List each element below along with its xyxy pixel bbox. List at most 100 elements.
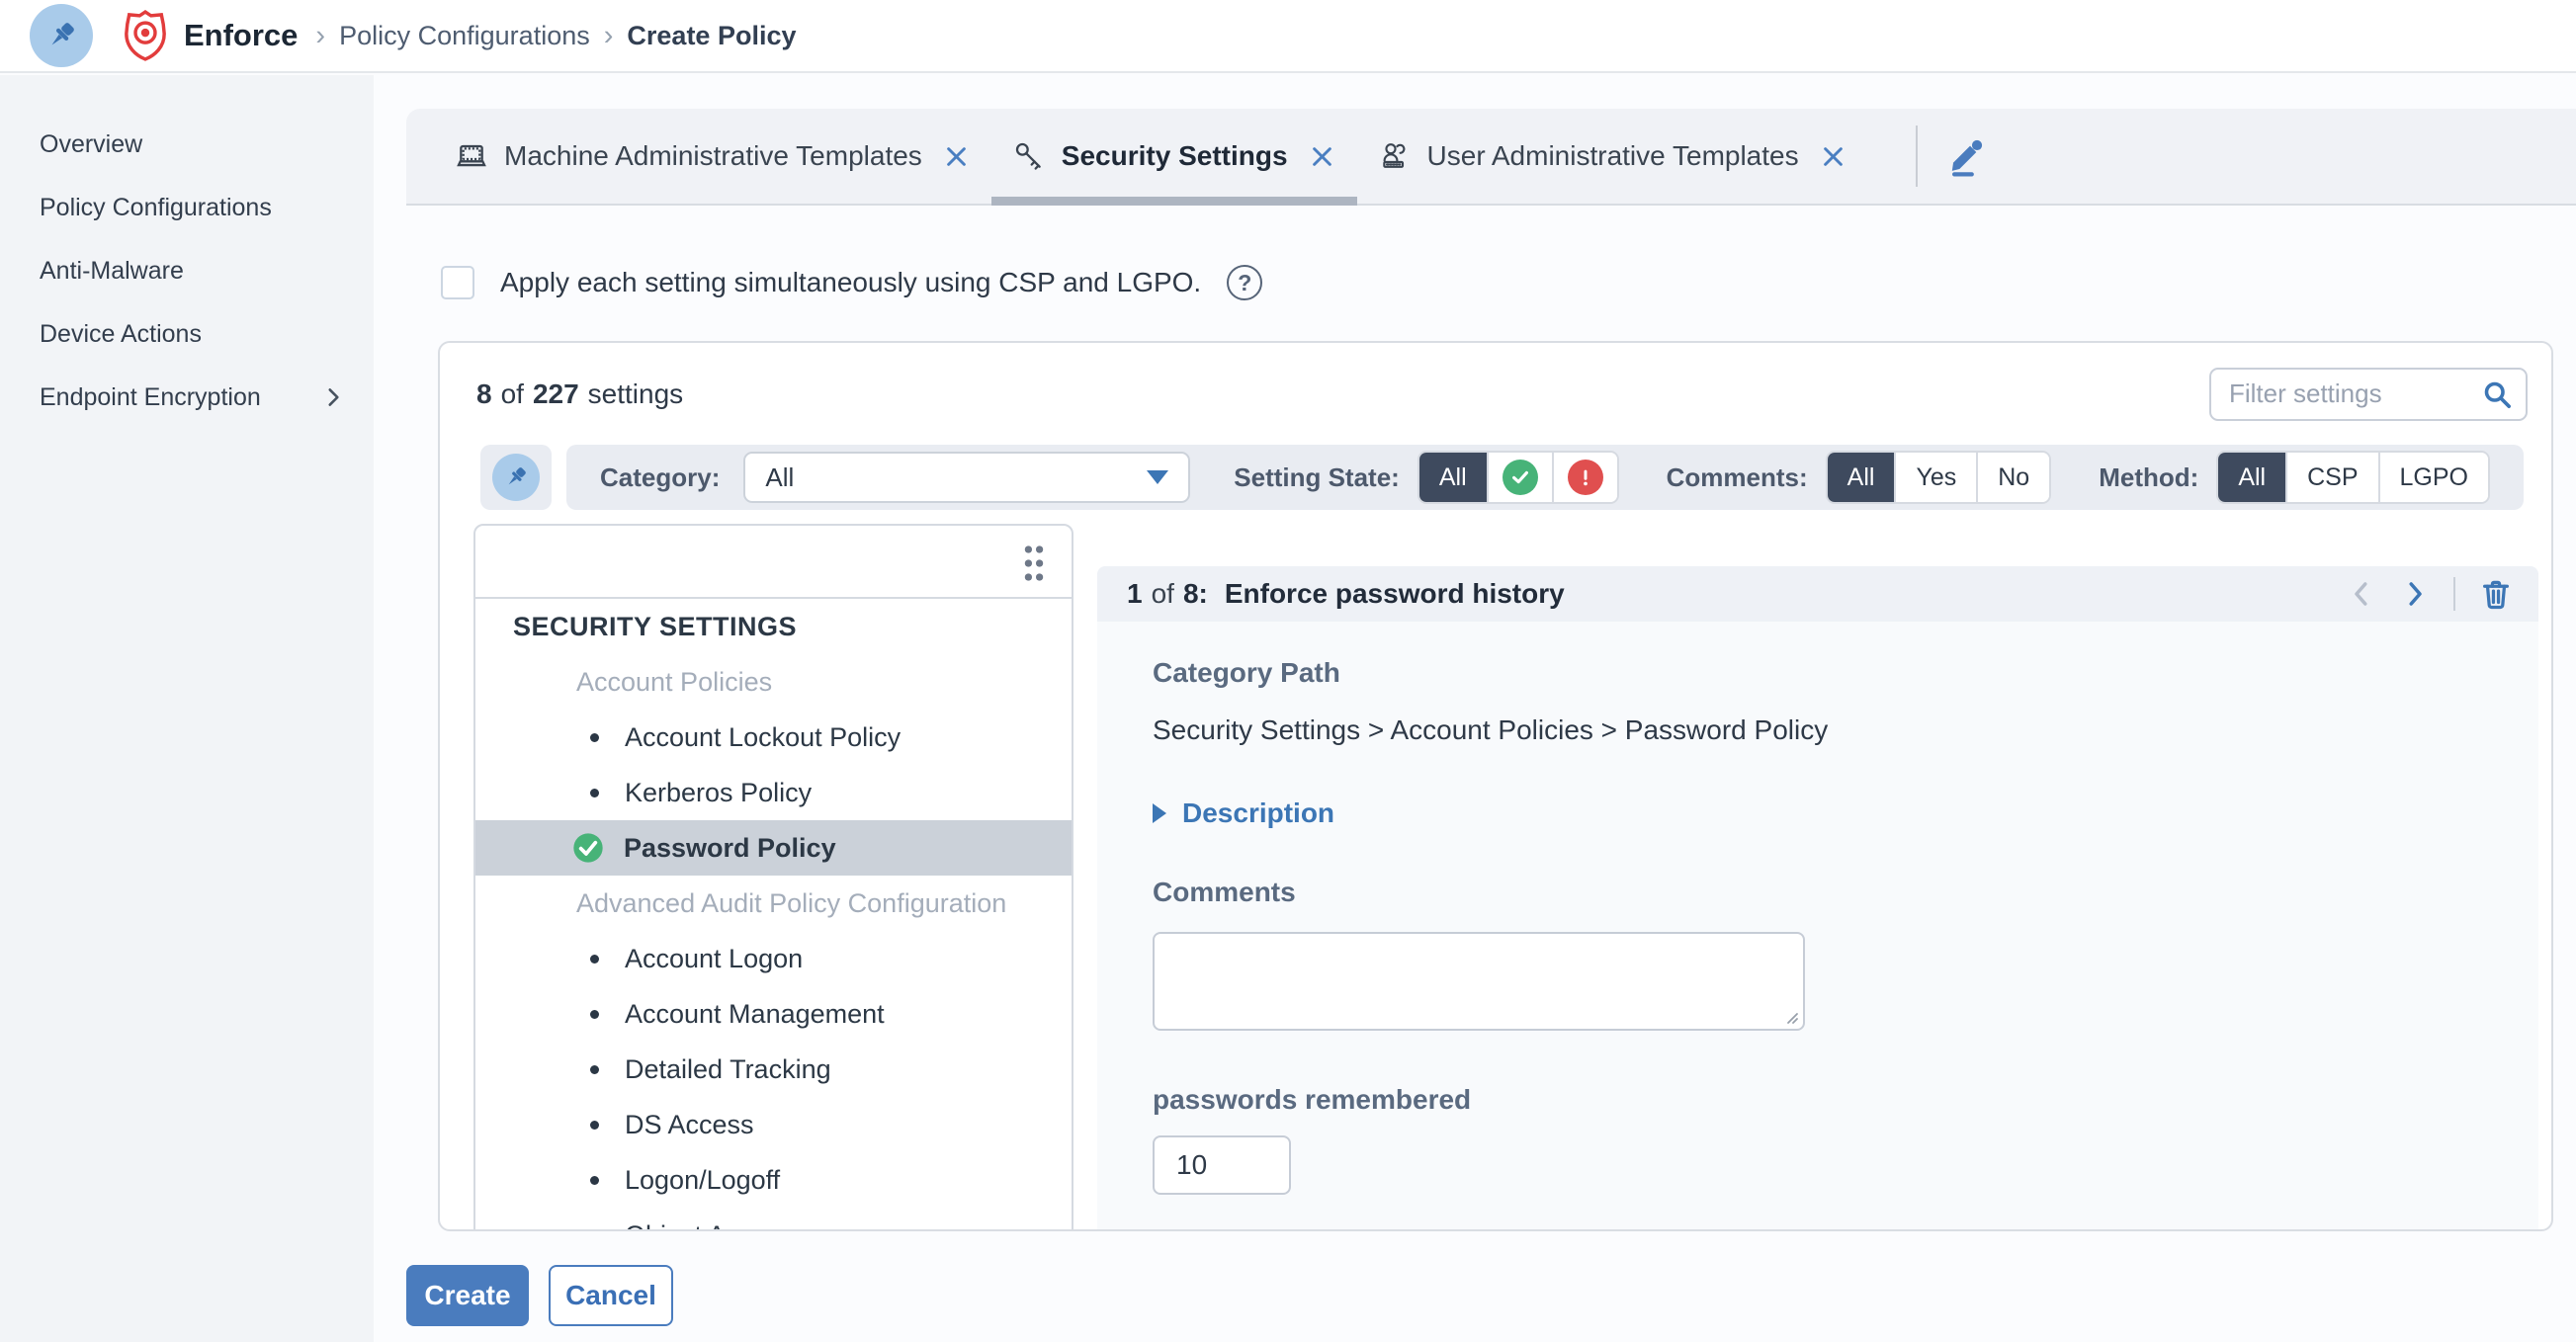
setting-state-segmented-control: All xyxy=(1417,451,1619,504)
breadcrumb-separator: › xyxy=(604,20,614,52)
settings-panel-header: 8 of 227 settings xyxy=(440,343,2551,445)
check-circle-icon xyxy=(572,832,604,864)
tree-item-label: Detailed Tracking xyxy=(625,1054,831,1085)
settings-count-of: of xyxy=(501,378,524,410)
tree-item-account-lockout-policy[interactable]: Account Lockout Policy xyxy=(475,710,1072,765)
cancel-button[interactable]: Cancel xyxy=(549,1265,673,1326)
footer-actions: Create Cancel xyxy=(406,1265,673,1326)
tree-item-account-logon[interactable]: Account Logon xyxy=(475,931,1072,986)
tab-label: User Administrative Templates xyxy=(1427,140,1799,172)
bullet-icon xyxy=(590,789,599,797)
sidebar-item-label: Endpoint Encryption xyxy=(40,383,261,412)
sidebar-item-label: Anti-Malware xyxy=(40,257,184,286)
setting-position: 1 of 8: Enforce password history xyxy=(1127,578,1565,610)
breadcrumb-separator: › xyxy=(315,20,325,52)
close-icon[interactable] xyxy=(1820,143,1846,170)
tree-item-account-management[interactable]: Account Management xyxy=(475,986,1072,1042)
create-button[interactable]: Create xyxy=(406,1265,529,1326)
setting-state-filter-label: Setting State: xyxy=(1234,462,1400,493)
tab-label: Security Settings xyxy=(1062,140,1288,172)
setting-state-error-button[interactable] xyxy=(1552,453,1617,502)
tree-drag-handle[interactable] xyxy=(475,526,1072,599)
setting-index: 1 xyxy=(1127,578,1143,610)
setting-state-all-button[interactable]: All xyxy=(1419,453,1487,502)
sidebar-item-endpoint-encryption[interactable]: Endpoint Encryption xyxy=(0,366,374,429)
setting-detail-header: 1 of 8: Enforce password history xyxy=(1097,566,2538,622)
description-toggle[interactable]: Description xyxy=(1153,797,2538,829)
users-icon xyxy=(1379,140,1411,172)
search-icon[interactable] xyxy=(2481,378,2514,411)
trash-icon delete-setting-button[interactable] xyxy=(2479,577,2513,611)
setting-detail-body: Category Path Security Settings > Accoun… xyxy=(1097,622,2538,1229)
sidebar-pin-button[interactable] xyxy=(30,4,93,67)
pushpin-icon xyxy=(492,454,540,501)
comments-textarea-wrap xyxy=(1153,932,1805,1031)
sidebar-item-overview[interactable]: Overview xyxy=(0,113,374,176)
chevron-right-icon next-setting-button[interactable] xyxy=(2400,579,2430,609)
tree-item-password-policy[interactable]: Password Policy xyxy=(475,820,1072,876)
pin-filters-button[interactable] xyxy=(480,445,552,510)
resize-handle-icon[interactable] xyxy=(1782,1008,1799,1025)
key-icon xyxy=(1013,140,1045,172)
comments-heading: Comments xyxy=(1153,877,2538,908)
drag-handle-icon xyxy=(1020,543,1048,584)
bullet-icon xyxy=(590,1176,599,1185)
close-icon[interactable] xyxy=(943,143,970,170)
bullet-icon xyxy=(590,733,599,742)
comments-all-button[interactable]: All xyxy=(1828,453,1895,502)
setting-state-configured-button[interactable] xyxy=(1487,453,1552,502)
edit-tabs-button[interactable] xyxy=(1945,135,1987,177)
sidebar-item-anti-malware[interactable]: Anti-Malware xyxy=(0,239,374,302)
sidebar-item-device-actions[interactable]: Device Actions xyxy=(0,302,374,366)
tab-bar-divider xyxy=(1916,126,1918,187)
filter-settings-input[interactable] xyxy=(2209,368,2528,421)
settings-count-current: 8 xyxy=(476,378,492,410)
method-filter-label: Method: xyxy=(2099,462,2198,493)
breadcrumb-create-policy: Create Policy xyxy=(627,21,796,51)
bullet-icon xyxy=(590,955,599,964)
close-icon[interactable] xyxy=(1309,143,1335,170)
question-circle-icon[interactable]: ? xyxy=(1227,265,1262,300)
method-all-button[interactable]: All xyxy=(2218,453,2285,502)
tree-item-ds-access[interactable]: DS Access xyxy=(475,1097,1072,1152)
comments-textarea[interactable] xyxy=(1153,932,1805,1031)
comments-no-button[interactable]: No xyxy=(1976,453,2049,502)
tree-item-detailed-tracking[interactable]: Detailed Tracking xyxy=(475,1042,1072,1097)
bullet-icon xyxy=(590,1121,599,1130)
settings-count-suffix: settings xyxy=(588,378,684,410)
apply-csp-lgpo-checkbox[interactable] xyxy=(441,266,474,299)
tree-category-advanced-audit-policy-configuration: Advanced Audit Policy Configuration xyxy=(475,876,1072,931)
tree-item-logon-logoff[interactable]: Logon/Logoff xyxy=(475,1152,1072,1208)
tab-user-administrative-templates[interactable]: User Administrative Templates xyxy=(1357,109,1868,204)
tree-item-object-access[interactable]: Object Access xyxy=(475,1208,1072,1231)
category-dropdown-value: All xyxy=(765,462,794,493)
chevron-left-icon previous-setting-button[interactable] xyxy=(2347,579,2376,609)
policy-tab-bar: Machine Administrative Templates Securit… xyxy=(406,109,2576,206)
caret-down-icon xyxy=(1147,470,1168,484)
apply-setting-row: Apply each setting simultaneously using … xyxy=(441,263,1262,302)
tree-item-kerberos-policy[interactable]: Kerberos Policy xyxy=(475,765,1072,820)
top-bar: Enforce › Policy Configurations › Create… xyxy=(0,0,2576,73)
comments-segmented-control: All Yes No xyxy=(1826,451,2052,504)
breadcrumb-policy-configurations[interactable]: Policy Configurations xyxy=(339,21,590,51)
apply-csp-lgpo-label: Apply each setting simultaneously using … xyxy=(500,267,1201,298)
method-csp-button[interactable]: CSP xyxy=(2285,453,2377,502)
sidebar-item-policy-configurations[interactable]: Policy Configurations xyxy=(0,176,374,239)
tree-root-security-settings: SECURITY SETTINGS xyxy=(475,599,1072,654)
tree-item-label: Logon/Logoff xyxy=(625,1165,780,1196)
setting-of: of xyxy=(1152,578,1174,610)
tab-machine-administrative-templates[interactable]: Machine Administrative Templates xyxy=(434,109,991,204)
passwords-remembered-input[interactable] xyxy=(1153,1135,1291,1195)
laptop-icon xyxy=(456,140,487,172)
detail-actions-divider xyxy=(2453,577,2455,611)
triangle-right-icon xyxy=(1153,803,1166,823)
bullet-icon xyxy=(590,1231,599,1232)
category-dropdown[interactable]: All xyxy=(743,452,1190,503)
tab-security-settings[interactable]: Security Settings xyxy=(991,109,1357,204)
comments-filter-label: Comments: xyxy=(1667,462,1808,493)
sidebar-nav: Overview Policy Configurations Anti-Malw… xyxy=(0,75,374,1342)
pushpin-icon xyxy=(44,19,78,52)
comments-yes-button[interactable]: Yes xyxy=(1894,453,1976,502)
method-lgpo-button[interactable]: LGPO xyxy=(2378,453,2488,502)
pencil-icon xyxy=(1945,135,1987,177)
